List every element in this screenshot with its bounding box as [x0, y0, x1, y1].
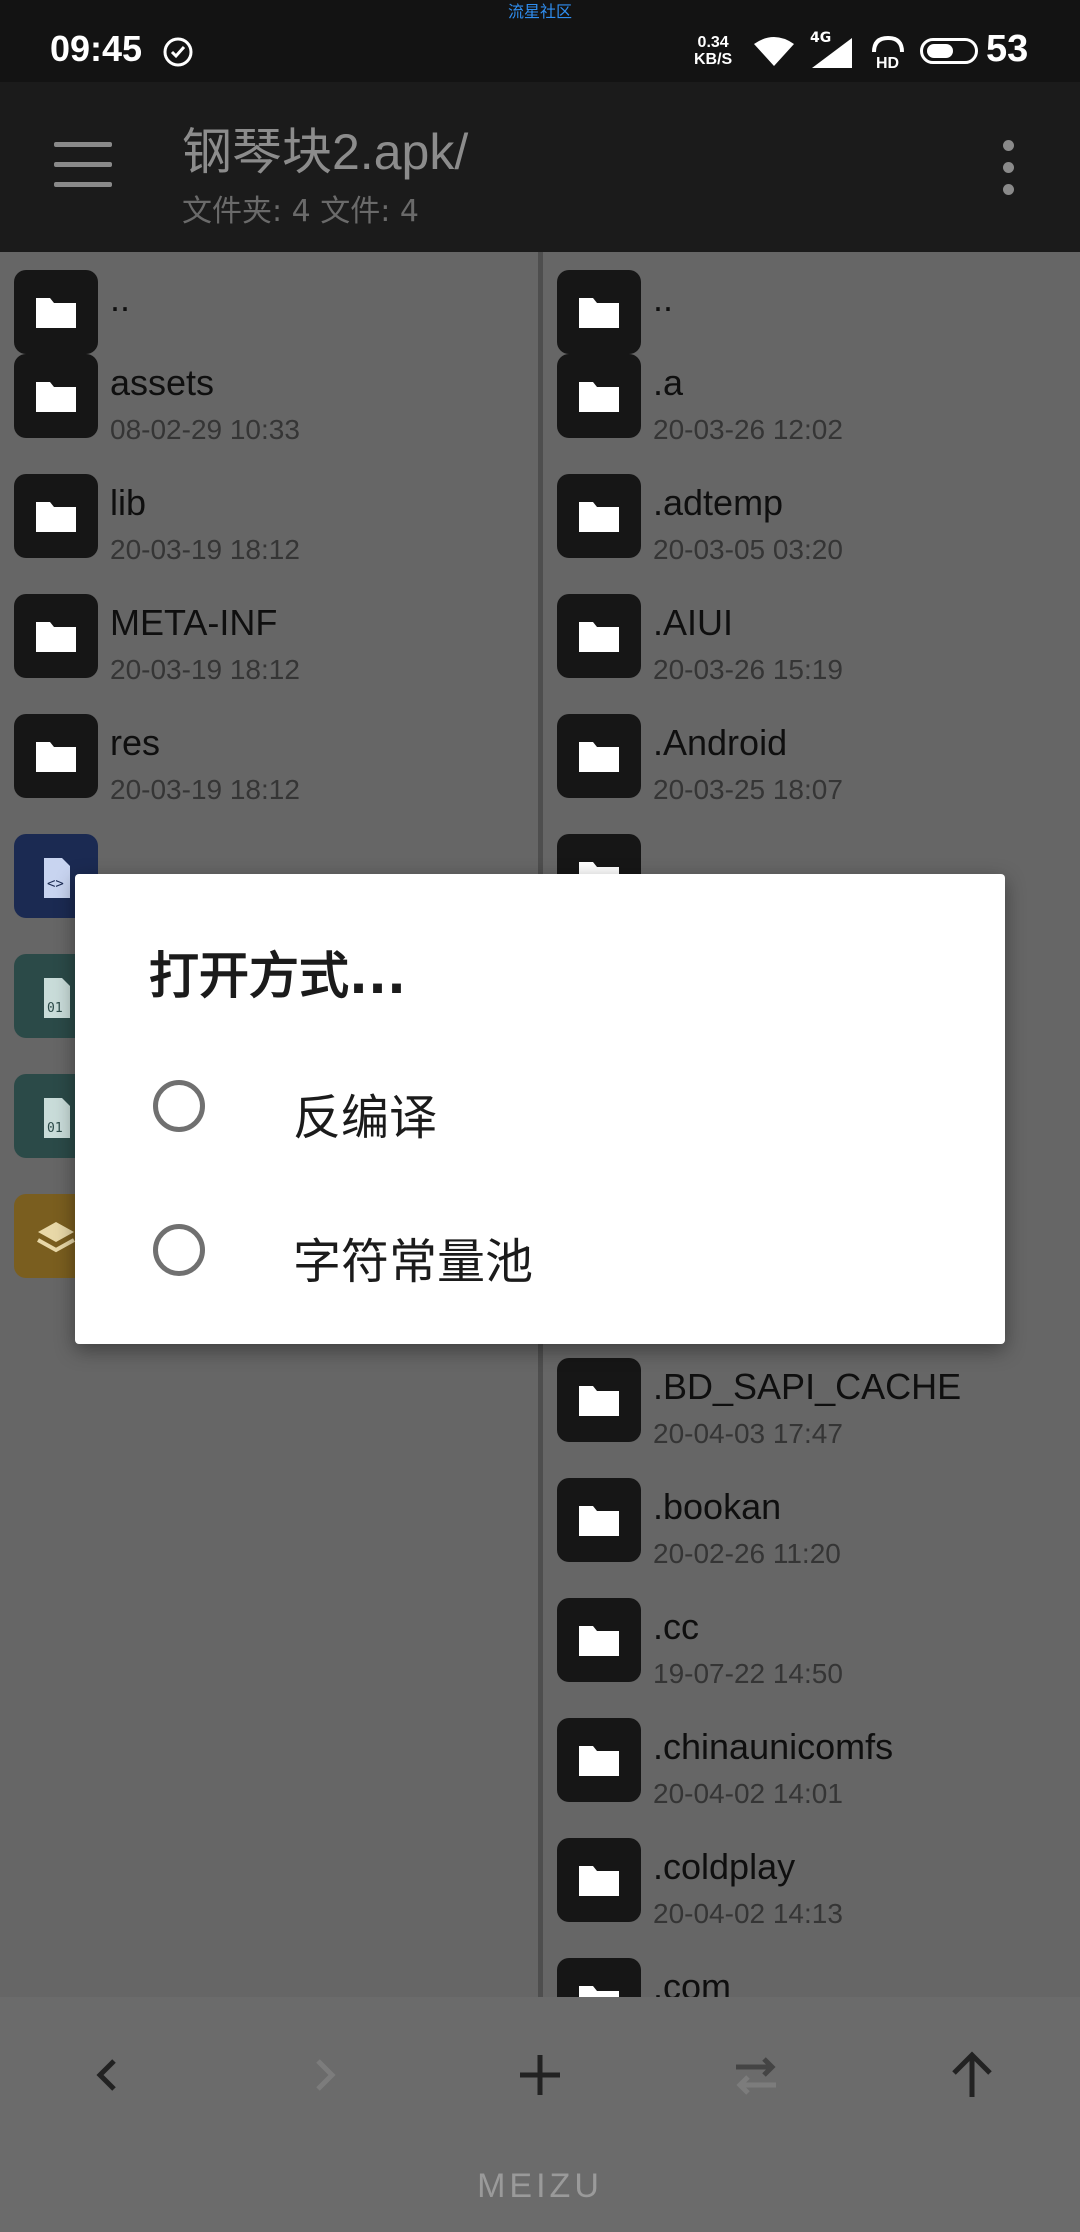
file-name: .bookan [653, 1486, 782, 1527]
battery-percent: 53 [986, 28, 1029, 70]
dialog-title: 打开方式... [149, 947, 406, 1005]
radio-button[interactable] [153, 1224, 205, 1276]
brand-logo: MEIZU [477, 2167, 603, 2205]
list-item[interactable]: .BD_SAPI_CACHE 20-04-03 17:47 [543, 1340, 1080, 1460]
folder-file-count: 文件夹: 4 文件: 4 [182, 194, 419, 229]
radio-button[interactable] [153, 1080, 205, 1132]
list-item[interactable]: .AIUI 20-03-26 15:19 [543, 576, 1080, 696]
file-date: 08-02-29 10:33 [110, 414, 300, 445]
file-name: .BD_SAPI_CACHE [653, 1366, 962, 1407]
file-name: .chinaunicomfs [653, 1726, 894, 1767]
net-speed: 0.34 KB/S [694, 34, 732, 68]
option-string-constant-pool[interactable]: 字符常量池 [75, 1194, 1005, 1314]
back-arrow-icon[interactable] [78, 2045, 138, 2105]
headphone-hd-icon: HD [872, 35, 904, 70]
file-date: 20-03-19 18:12 [110, 654, 300, 685]
folder-icon [14, 714, 98, 798]
list-item[interactable]: .bookan 20-02-26 11:20 [543, 1460, 1080, 1580]
battery-icon [920, 38, 978, 64]
list-item[interactable]: .com [543, 1940, 1080, 1997]
option-label: 反编译 [293, 1090, 438, 1146]
option-label: 字符常量池 [293, 1234, 534, 1290]
menu-icon[interactable] [54, 142, 114, 190]
list-item[interactable]: lib 20-03-19 18:12 [0, 456, 538, 576]
up-arrow-icon[interactable] [942, 2045, 1002, 2105]
folder-icon [557, 1478, 641, 1562]
folder-icon [14, 594, 98, 678]
folder-icon [557, 1958, 641, 1997]
folder-icon [14, 354, 98, 438]
list-item[interactable]: assets 08-02-29 10:33 [0, 336, 538, 456]
swap-icon[interactable] [726, 2045, 786, 2105]
app-bar: 钢琴块2.apk/ 文件夹: 4 文件: 4 [0, 82, 1080, 252]
file-name: META-INF [110, 602, 278, 643]
file-name: .. [110, 278, 131, 319]
file-name: .. [653, 278, 674, 319]
open-with-dialog: 打开方式... 反编译 字符常量池 [75, 874, 1005, 1344]
folder-icon [557, 1598, 641, 1682]
list-item[interactable]: .coldplay 20-04-02 14:13 [543, 1820, 1080, 1940]
file-name: assets [110, 362, 215, 403]
file-date: 20-04-02 14:13 [653, 1898, 843, 1929]
svg-text:01: 01 [47, 1001, 63, 1016]
file-name: .AIUI [653, 602, 734, 643]
list-item[interactable]: .adtemp 20-03-05 03:20 [543, 456, 1080, 576]
file-date: 20-02-26 11:20 [653, 1538, 841, 1569]
file-name: res [110, 722, 161, 763]
file-name: .com [653, 1966, 732, 1997]
folder-icon [14, 474, 98, 558]
net-speed-value: 0.34 [697, 34, 729, 51]
signal-icon [812, 38, 852, 68]
file-name: .Android [653, 722, 788, 763]
list-item[interactable]: .Android 20-03-25 18:07 [543, 696, 1080, 816]
file-date: 20-03-25 18:07 [653, 774, 843, 805]
file-date: 20-03-26 15:19 [653, 654, 843, 685]
file-name: .cc [653, 1606, 700, 1647]
folder-icon [557, 1358, 641, 1442]
add-icon[interactable] [510, 2045, 570, 2105]
folder-icon [557, 474, 641, 558]
file-date: 19-07-22 14:50 [653, 1658, 843, 1689]
list-item[interactable]: .a 20-03-26 12:02 [543, 336, 1080, 456]
check-circle-icon [163, 37, 193, 67]
hd-label: HD [876, 55, 899, 70]
list-item[interactable]: .cc 19-07-22 14:50 [543, 1580, 1080, 1700]
more-vert-icon[interactable] [998, 140, 1018, 196]
file-name: .a [653, 362, 684, 403]
file-date: 20-03-05 03:20 [653, 534, 843, 565]
file-date: 20-04-03 17:47 [653, 1418, 843, 1449]
file-name: .coldplay [653, 1846, 796, 1887]
forward-arrow-icon[interactable] [294, 2045, 354, 2105]
page-title: 钢琴块2.apk/ [182, 124, 469, 180]
status-bar: 流星社区 09:45 0.34 KB/S 4G HD 53 [0, 0, 1080, 82]
status-time: 09:45 [50, 28, 143, 69]
list-item[interactable]: res 20-03-19 18:12 [0, 696, 538, 816]
file-date: 20-04-02 14:01 [653, 1778, 843, 1809]
net-speed-unit: KB/S [694, 51, 733, 68]
folder-icon [557, 714, 641, 798]
list-item[interactable]: META-INF 20-03-19 18:12 [0, 576, 538, 696]
list-item[interactable]: .chinaunicomfs 20-04-02 14:01 [543, 1700, 1080, 1820]
battery-level [927, 44, 953, 58]
folder-icon [557, 1838, 641, 1922]
folder-icon [557, 594, 641, 678]
wifi-icon [754, 37, 794, 66]
file-name: .adtemp [653, 482, 784, 523]
file-date: 20-03-26 12:02 [653, 414, 843, 445]
file-date: 20-03-19 18:12 [110, 774, 300, 805]
watermark-text: 流星社区 [507, 2, 572, 21]
folder-icon [557, 1718, 641, 1802]
bottom-toolbar: MEIZU [0, 1997, 1080, 2232]
file-date: 20-03-19 18:12 [110, 534, 300, 565]
option-decompile[interactable]: 反编译 [75, 1050, 1005, 1170]
folder-icon [557, 354, 641, 438]
svg-text:01: 01 [47, 1121, 63, 1136]
svg-text:<>: <> [47, 876, 64, 892]
file-name: lib [110, 482, 147, 523]
